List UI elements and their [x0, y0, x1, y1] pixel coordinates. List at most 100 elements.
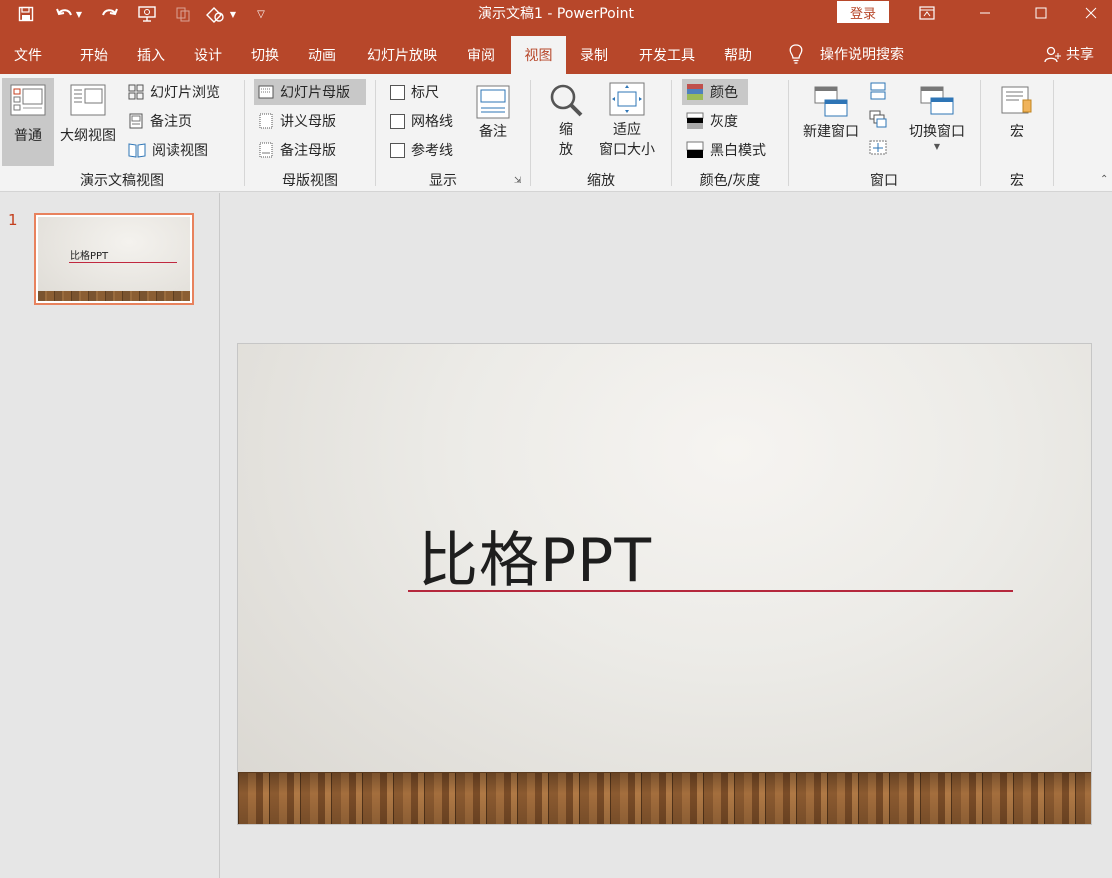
- black-white-button[interactable]: 黑白模式: [682, 137, 766, 163]
- show-group-label: 显示: [429, 173, 457, 189]
- notes-button[interactable]: 备注: [470, 78, 516, 166]
- login-button[interactable]: 登录: [837, 1, 889, 23]
- thumbnail-title: 比格PPT: [70, 251, 109, 262]
- switch-windows-dropdown-icon: ▼: [933, 142, 941, 151]
- slide-number: 1: [8, 211, 18, 229]
- notes-master-label: 备注母版: [280, 143, 336, 159]
- slide-canvas[interactable]: 比格PPT: [237, 343, 1092, 825]
- ribbon-view: 普通 大纲视图 幻灯片浏览 备注页 阅读视图 演示文稿视图 幻灯片母版 讲义母版…: [0, 74, 1112, 192]
- zoom-label-bottom: 放: [559, 142, 573, 158]
- macros-button[interactable]: 宏: [994, 78, 1040, 166]
- zoom-button[interactable]: 缩 放: [544, 78, 588, 166]
- macros-group-label: 宏: [1010, 173, 1024, 189]
- notes-page-label: 备注页: [150, 114, 192, 130]
- thumbnail-underline: [69, 262, 177, 263]
- ruler-checkbox[interactable]: 标尺: [386, 79, 439, 105]
- notes-page-button[interactable]: 备注页: [124, 108, 192, 134]
- slide-master-label: 幻灯片母版: [280, 85, 350, 101]
- tab-insert[interactable]: 插入: [129, 36, 173, 74]
- move-split-icon[interactable]: [869, 138, 889, 158]
- ribbon-tab-bar: 文件 开始 插入 设计 切换 动画 幻灯片放映 审阅 视图 录制 开发工具 帮助…: [0, 32, 1112, 74]
- share-button[interactable]: 共享: [1044, 42, 1094, 66]
- tab-animations[interactable]: 动画: [300, 36, 344, 74]
- show-dialog-launcher-icon[interactable]: ⇲: [514, 176, 522, 186]
- tab-transitions[interactable]: 切换: [243, 36, 287, 74]
- tab-review[interactable]: 审阅: [459, 36, 503, 74]
- outline-view-button[interactable]: 大纲视图: [56, 78, 120, 166]
- tab-view[interactable]: 视图: [511, 36, 566, 74]
- slide-master-button[interactable]: 幻灯片母版: [254, 79, 366, 105]
- close-icon[interactable]: [1068, 0, 1112, 26]
- zoom-label-top: 缩: [559, 122, 573, 138]
- color-button[interactable]: 颜色: [682, 79, 748, 105]
- gridlines-checkbox[interactable]: 网格线: [386, 108, 453, 134]
- macros-label: 宏: [1010, 124, 1024, 140]
- cascade-icon[interactable]: [869, 110, 889, 130]
- presentation-views-group-label: 演示文稿视图: [80, 173, 164, 189]
- tab-help[interactable]: 帮助: [716, 36, 760, 74]
- slide-thumbnail-content: 比格PPT: [38, 217, 190, 301]
- lightbulb-icon: [789, 44, 803, 64]
- notes-master-button[interactable]: 备注母版: [254, 137, 336, 163]
- minimize-icon[interactable]: [962, 0, 1008, 26]
- normal-view-button[interactable]: 普通: [2, 78, 54, 166]
- tab-slideshow[interactable]: 幻灯片放映: [358, 36, 446, 74]
- tell-me-search[interactable]: 操作说明搜索: [788, 42, 904, 66]
- fit-label-top: 适应: [613, 122, 641, 138]
- tell-me-label: 操作说明搜索: [820, 47, 904, 63]
- ruler-check-box[interactable]: [390, 84, 405, 100]
- slide-title[interactable]: 比格PPT: [418, 512, 652, 599]
- ribbon-display-options-icon[interactable]: [904, 0, 950, 26]
- gridlines-check-box[interactable]: [390, 113, 405, 129]
- slide-title-underline: [408, 590, 1013, 592]
- tab-file[interactable]: 文件: [6, 36, 50, 74]
- color-group-label: 颜色/灰度: [699, 173, 761, 189]
- fit-to-window-icon: [609, 82, 645, 116]
- tab-developer[interactable]: 开发工具: [630, 36, 704, 74]
- notes-label: 备注: [479, 124, 507, 140]
- normal-view-icon: [10, 84, 46, 116]
- notes-icon: [476, 85, 510, 119]
- title-bar: ▼ ▼ ▽ 演示文稿1 - PowerPoint 登录: [0, 0, 1112, 32]
- arrange-all-icon[interactable]: [869, 82, 889, 102]
- normal-view-label: 普通: [14, 128, 42, 144]
- slide-sorter-button[interactable]: 幻灯片浏览: [124, 79, 220, 105]
- notes-master-icon: [259, 142, 273, 158]
- grayscale-label: 灰度: [710, 114, 738, 130]
- outline-view-label: 大纲视图: [60, 128, 116, 144]
- group-separator: [1053, 80, 1054, 186]
- collapse-ribbon-icon[interactable]: ⌃: [1100, 174, 1108, 185]
- tab-home[interactable]: 开始: [72, 36, 116, 74]
- zoom-group-label: 缩放: [587, 173, 615, 189]
- slide-master-icon: [258, 85, 274, 99]
- guides-checkbox[interactable]: 参考线: [386, 137, 453, 163]
- tab-record[interactable]: 录制: [572, 36, 616, 74]
- slide-thumbnail-pane: 1 比格PPT: [0, 193, 220, 878]
- macros-icon: [1001, 86, 1032, 114]
- tab-design[interactable]: 设计: [186, 36, 230, 74]
- maximize-icon[interactable]: [1018, 0, 1064, 26]
- guides-check-box[interactable]: [390, 142, 405, 158]
- handout-master-button[interactable]: 讲义母版: [254, 108, 336, 134]
- black-white-icon: [686, 141, 704, 158]
- share-label: 共享: [1066, 47, 1094, 63]
- gridlines-label: 网格线: [411, 114, 453, 130]
- handout-master-icon: [259, 113, 273, 129]
- new-window-icon: [814, 86, 848, 117]
- person-add-icon: [1044, 46, 1061, 63]
- fit-to-window-button[interactable]: 适应 窗口大小: [594, 78, 660, 166]
- slide-sorter-label: 幻灯片浏览: [150, 85, 220, 101]
- thumbnail-wood-floor: [38, 291, 190, 301]
- grayscale-button[interactable]: 灰度: [682, 108, 738, 134]
- switch-windows-button[interactable]: 切换窗口 ▼: [902, 78, 972, 166]
- notes-page-icon: [129, 113, 143, 129]
- switch-windows-label: 切换窗口: [909, 124, 965, 140]
- reading-view-button[interactable]: 阅读视图: [124, 137, 208, 163]
- new-window-button[interactable]: 新建窗口: [798, 78, 864, 166]
- window-group-label: 窗口: [870, 173, 898, 189]
- reading-view-label: 阅读视图: [152, 143, 208, 159]
- slide-thumbnail[interactable]: 比格PPT: [34, 213, 194, 305]
- guides-label: 参考线: [411, 143, 453, 159]
- slide-wood-floor: [238, 772, 1091, 824]
- black-white-label: 黑白模式: [710, 143, 766, 159]
